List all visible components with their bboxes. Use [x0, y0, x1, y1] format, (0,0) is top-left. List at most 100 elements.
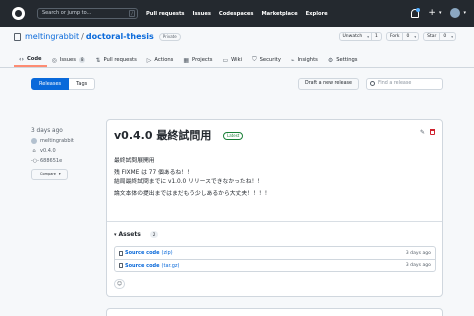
notifications-bell-icon[interactable] — [411, 7, 421, 18]
tab-issues[interactable]: ◎ Issues 8 — [47, 53, 91, 67]
global-nav: Pull requests Issues Codespaces Marketpl… — [146, 11, 328, 17]
tab-label: Wiki — [231, 57, 243, 63]
latest-badge: Latest — [223, 132, 244, 140]
releases-tab[interactable]: Releases — [31, 78, 70, 90]
tab-code[interactable]: ‹› Code — [14, 53, 47, 67]
tab-actions[interactable]: ▷ Actions — [142, 53, 179, 67]
tab-label: Code — [26, 56, 42, 62]
nav-explore[interactable]: Explore — [306, 11, 328, 17]
trash-icon[interactable] — [430, 129, 435, 135]
repo-lock-icon — [14, 32, 21, 41]
search-input[interactable]: Search or jump to... / — [37, 8, 138, 19]
divider — [107, 221, 442, 222]
user-avatar[interactable] — [450, 8, 461, 18]
tab-label: Security — [259, 57, 281, 63]
file-zip-icon — [119, 263, 123, 268]
next-release-card — [106, 308, 443, 316]
assets-list: Source code (zip) 3 days ago Source code… — [114, 246, 436, 272]
release-author[interactable]: meltingrabbit — [31, 138, 101, 144]
star-button[interactable]: Star 0 ▾ — [423, 32, 456, 41]
asset-ext[interactable]: (tar.gz) — [162, 263, 180, 269]
nav-issues[interactable]: Issues — [193, 11, 211, 17]
releases-subnav: Releases Tags — [31, 78, 96, 90]
assets-label: Assets — [118, 231, 141, 238]
release-commit[interactable]: -○- 688651e — [31, 158, 101, 164]
release-notes: 最終試問展開用 残 FIXME は 77 個あるね！！ 結局最終試問までに v1… — [114, 157, 270, 202]
assets-toggle[interactable]: ▾ Assets 2 — [114, 231, 159, 238]
asset-name[interactable]: Source code — [125, 263, 160, 269]
add-reaction-smiley-icon[interactable]: ☺ — [114, 279, 125, 289]
watch-count: 1 — [370, 33, 381, 40]
graph-icon: ⌁ — [290, 56, 295, 64]
asset-name[interactable]: Source code — [125, 250, 160, 256]
repo-name-link[interactable]: doctoral-thesis — [86, 32, 154, 41]
tab-label: Settings — [336, 57, 358, 63]
nav-marketplace[interactable]: Marketplace — [262, 11, 298, 17]
gear-icon: ⚙ — [327, 56, 334, 64]
tab-label: Issues — [59, 57, 76, 63]
triangle-down-icon: ▾ — [114, 231, 117, 238]
tab-label: Actions — [154, 57, 174, 63]
tab-projects[interactable]: ▦ Projects — [178, 53, 217, 67]
issue-icon: ◎ — [51, 56, 57, 64]
unwatch-label: Unwatch — [342, 34, 363, 39]
tab-insights[interactable]: ⌁ Insights — [286, 53, 323, 67]
user-menu-caret-icon[interactable]: ▾ — [463, 10, 466, 16]
assets-count: 2 — [149, 231, 159, 238]
private-badge: Private — [158, 32, 181, 41]
asset-row[interactable]: Source code (tar.gz) 3 days ago — [115, 259, 435, 271]
github-logo-icon[interactable] — [12, 7, 25, 20]
find-release-placeholder: Find a release — [378, 81, 412, 86]
compare-label: Compare — [40, 172, 56, 176]
commit-icon: -○- — [31, 158, 39, 164]
draft-new-release-button[interactable]: Draft a new release — [298, 78, 360, 90]
unwatch-button[interactable]: Unwatch ▾ 1 — [338, 32, 382, 41]
asset-time: 3 days ago — [405, 263, 431, 268]
tag-icon: ⌂ — [32, 148, 36, 154]
fork-button[interactable]: Fork 0 ▾ — [385, 32, 420, 41]
tab-label: Projects — [192, 57, 213, 63]
repo-tabs: ‹› Code ◎ Issues 8 ⇅ Pull requests ▷ Actions … — [14, 53, 362, 68]
star-count: 0 — [439, 33, 449, 40]
compare-button[interactable]: Compare ▾ — [31, 169, 68, 180]
tag-name: v0.4.0 — [40, 148, 56, 154]
play-icon: ▷ — [146, 56, 152, 64]
release-notes-line: 結局最終試問までに v1.0.0 リリースできなかったね！！ — [114, 178, 264, 185]
release-tag[interactable]: ⌂ v0.4.0 — [31, 148, 101, 154]
file-zip-icon — [119, 250, 123, 256]
release-notes-line: 最終試問展開用 — [114, 158, 155, 164]
star-label: Star — [427, 34, 437, 39]
search-icon — [370, 81, 375, 86]
tab-label: Pull requests — [103, 57, 137, 63]
unread-dot — [416, 7, 421, 12]
tab-security[interactable]: ⛉ Security — [247, 53, 286, 67]
tab-pull-requests[interactable]: ⇅ Pull requests — [90, 53, 141, 67]
nav-pull-requests[interactable]: Pull requests — [146, 11, 185, 17]
create-new-caret-icon[interactable]: ▾ — [439, 10, 442, 16]
fork-count: 0 — [402, 33, 412, 40]
tab-wiki[interactable]: ▭ Wiki — [218, 53, 248, 67]
repo-header: meltingrabbit / doctoral-thesis Private … — [0, 27, 474, 68]
commit-sha: 688651e — [40, 158, 63, 164]
shield-icon: ⛉ — [252, 56, 257, 63]
search-placeholder: Search or jump to... — [42, 10, 92, 16]
chevron-down-icon: ▾ — [58, 172, 61, 176]
find-release-input[interactable]: Find a release — [366, 78, 443, 90]
global-header: Search or jump to... / Pull requests Iss… — [0, 0, 474, 27]
nav-codespaces[interactable]: Codespaces — [219, 11, 254, 17]
repo-owner-link[interactable]: meltingrabbit — [25, 32, 79, 41]
pull-request-icon: ⇅ — [95, 56, 101, 64]
edit-pencil-icon[interactable]: ✎ — [420, 129, 425, 136]
asset-row[interactable]: Source code (zip) 3 days ago — [115, 247, 435, 259]
create-new-plus-icon[interactable]: + — [428, 8, 436, 18]
asset-ext[interactable]: (zip) — [162, 250, 173, 256]
release-title[interactable]: v0.4.0 最終試問用 — [114, 127, 211, 143]
repo-actions: Unwatch ▾ 1 Fork 0 ▾ Star 0 ▾ — [338, 32, 456, 41]
release-card: v0.4.0 最終試問用 Latest ✎ 最終試問展開用 残 FIXME は … — [106, 119, 443, 297]
chevron-down-icon: ▾ — [451, 34, 453, 39]
tab-settings[interactable]: ⚙ Settings — [323, 53, 363, 67]
fork-label: Fork — [389, 34, 400, 39]
tags-tab[interactable]: Tags — [69, 78, 96, 90]
tab-label: Insights — [297, 57, 318, 63]
release-notes-line: 論文本体の提出まではまだもう少しあるから大丈夫！！！！ — [114, 190, 271, 197]
